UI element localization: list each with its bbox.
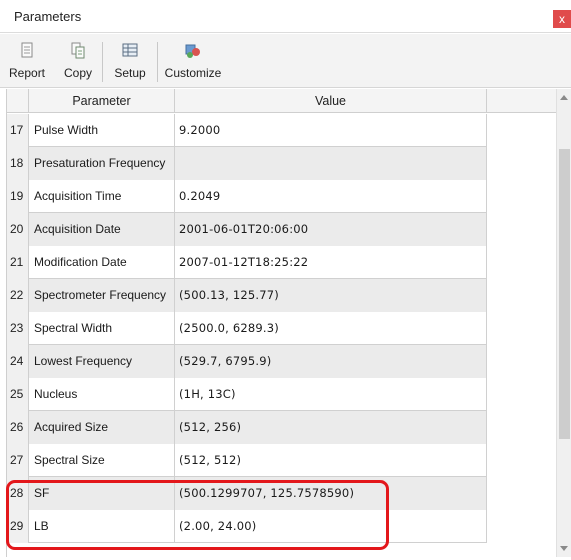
empty-area xyxy=(487,345,556,378)
table-row[interactable]: 25 Nucleus (1H, 13C) xyxy=(7,378,556,411)
value-cell[interactable]: (512, 512) xyxy=(175,444,487,477)
empty-area xyxy=(487,114,556,147)
parameter-column-header[interactable]: Parameter xyxy=(29,89,175,113)
customize-label: Customize xyxy=(164,66,222,80)
value-cell[interactable]: 0.2049 xyxy=(175,180,487,213)
parameter-cell[interactable]: Spectral Size xyxy=(29,444,175,477)
parameter-cell[interactable]: LB xyxy=(29,510,175,543)
customize-button[interactable]: Customize xyxy=(164,38,222,82)
parameter-cell[interactable]: Spectrometer Frequency xyxy=(29,279,175,312)
table-row[interactable]: 19 Acquisition Time 0.2049 xyxy=(7,180,556,213)
parameter-cell[interactable]: Pulse Width xyxy=(29,114,175,147)
parameter-cell[interactable]: Modification Date xyxy=(29,246,175,279)
row-number: 22 xyxy=(7,279,29,312)
scroll-down-arrow-icon[interactable] xyxy=(560,546,568,551)
table-row[interactable]: 27 Spectral Size (512, 512) xyxy=(7,444,556,477)
copy-button[interactable]: Copy xyxy=(61,38,95,82)
parameter-cell[interactable]: Spectral Width xyxy=(29,312,175,345)
empty-area xyxy=(487,444,556,477)
value-cell[interactable]: 9.2000 xyxy=(175,114,487,147)
setup-icon xyxy=(122,43,138,57)
row-number: 23 xyxy=(7,312,29,345)
row-number: 24 xyxy=(7,345,29,378)
parameter-cell[interactable]: Nucleus xyxy=(29,378,175,411)
empty-area xyxy=(487,279,556,312)
empty-area xyxy=(487,477,556,510)
value-cell[interactable]: (500.13, 125.77) xyxy=(175,279,487,312)
value-cell[interactable]: (512, 256) xyxy=(175,411,487,444)
close-icon[interactable]: x xyxy=(553,10,571,28)
value-cell[interactable]: (2500.0, 6289.3) xyxy=(175,312,487,345)
row-number: 25 xyxy=(7,378,29,411)
vertical-scrollbar[interactable] xyxy=(556,89,571,557)
setup-button[interactable]: Setup xyxy=(111,38,149,82)
row-number: 19 xyxy=(7,180,29,213)
parameter-cell[interactable]: SF xyxy=(29,477,175,510)
row-number: 18 xyxy=(7,147,29,180)
row-number: 21 xyxy=(7,246,29,279)
row-number: 29 xyxy=(7,510,29,543)
empty-area xyxy=(487,246,556,279)
row-number: 17 xyxy=(7,114,29,147)
toolbar-separator xyxy=(102,42,103,82)
table-row[interactable]: 18 Presaturation Frequency xyxy=(7,147,556,180)
row-number: 20 xyxy=(7,213,29,246)
parameter-cell[interactable]: Acquisition Date xyxy=(29,213,175,246)
scroll-up-arrow-icon[interactable] xyxy=(560,95,568,100)
row-number: 26 xyxy=(7,411,29,444)
table-row[interactable]: 24 Lowest Frequency (529.7, 6795.9) xyxy=(7,345,556,378)
empty-area xyxy=(487,378,556,411)
customize-icon xyxy=(185,44,200,58)
table-row[interactable]: 21 Modification Date 2007-01-12T18:25:22 xyxy=(7,246,556,279)
value-cell[interactable]: (500.1299707, 125.7578590) xyxy=(175,477,487,510)
empty-area xyxy=(487,147,556,180)
empty-area xyxy=(487,411,556,444)
table-row[interactable]: 29 LB (2.00, 24.00) xyxy=(7,510,556,543)
report-button[interactable]: Report xyxy=(9,38,45,82)
table-row[interactable]: 22 Spectrometer Frequency (500.13, 125.7… xyxy=(7,279,556,312)
value-cell[interactable]: (2.00, 24.00) xyxy=(175,510,487,543)
toolbar-separator xyxy=(157,42,158,82)
table-row[interactable]: 17 Pulse Width 9.2000 xyxy=(7,114,556,147)
report-icon xyxy=(21,42,33,58)
value-cell[interactable]: (529.7, 6795.9) xyxy=(175,345,487,378)
parameter-cell[interactable]: Lowest Frequency xyxy=(29,345,175,378)
value-column-header[interactable]: Value xyxy=(175,89,487,113)
empty-area xyxy=(487,510,556,543)
empty-area xyxy=(487,180,556,213)
copy-label: Copy xyxy=(63,66,92,80)
report-label: Report xyxy=(9,66,46,80)
row-number-header xyxy=(7,89,29,113)
value-cell[interactable]: 2007-01-12T18:25:22 xyxy=(175,246,487,279)
parameter-cell[interactable]: Acquisition Time xyxy=(29,180,175,213)
empty-area xyxy=(487,312,556,345)
value-cell[interactable]: 2001-06-01T20:06:00 xyxy=(175,213,487,246)
table-row[interactable]: 28 SF (500.1299707, 125.7578590) xyxy=(7,477,556,510)
empty-area xyxy=(487,213,556,246)
title-bar: Parameters x xyxy=(0,0,571,33)
table-header: Parameter Value xyxy=(7,89,556,113)
setup-label: Setup xyxy=(114,66,146,80)
window-title: Parameters xyxy=(14,9,82,24)
table-row[interactable]: 23 Spectral Width (2500.0, 6289.3) xyxy=(7,312,556,345)
parameters-table: Parameter Value 17 Pulse Width 9.2000 18… xyxy=(6,89,556,557)
value-cell[interactable] xyxy=(175,147,487,180)
parameter-cell[interactable]: Presaturation Frequency xyxy=(29,147,175,180)
row-number: 28 xyxy=(7,477,29,510)
row-number: 27 xyxy=(7,444,29,477)
value-cell[interactable]: (1H, 13C) xyxy=(175,378,487,411)
scrollbar-thumb[interactable] xyxy=(559,149,570,439)
parameter-cell[interactable]: Acquired Size xyxy=(29,411,175,444)
table-row[interactable]: 20 Acquisition Date 2001-06-01T20:06:00 xyxy=(7,213,556,246)
table-row[interactable]: 26 Acquired Size (512, 256) xyxy=(7,411,556,444)
toolbar: Report Copy Setup Customize xyxy=(0,34,571,88)
copy-icon xyxy=(71,42,85,59)
